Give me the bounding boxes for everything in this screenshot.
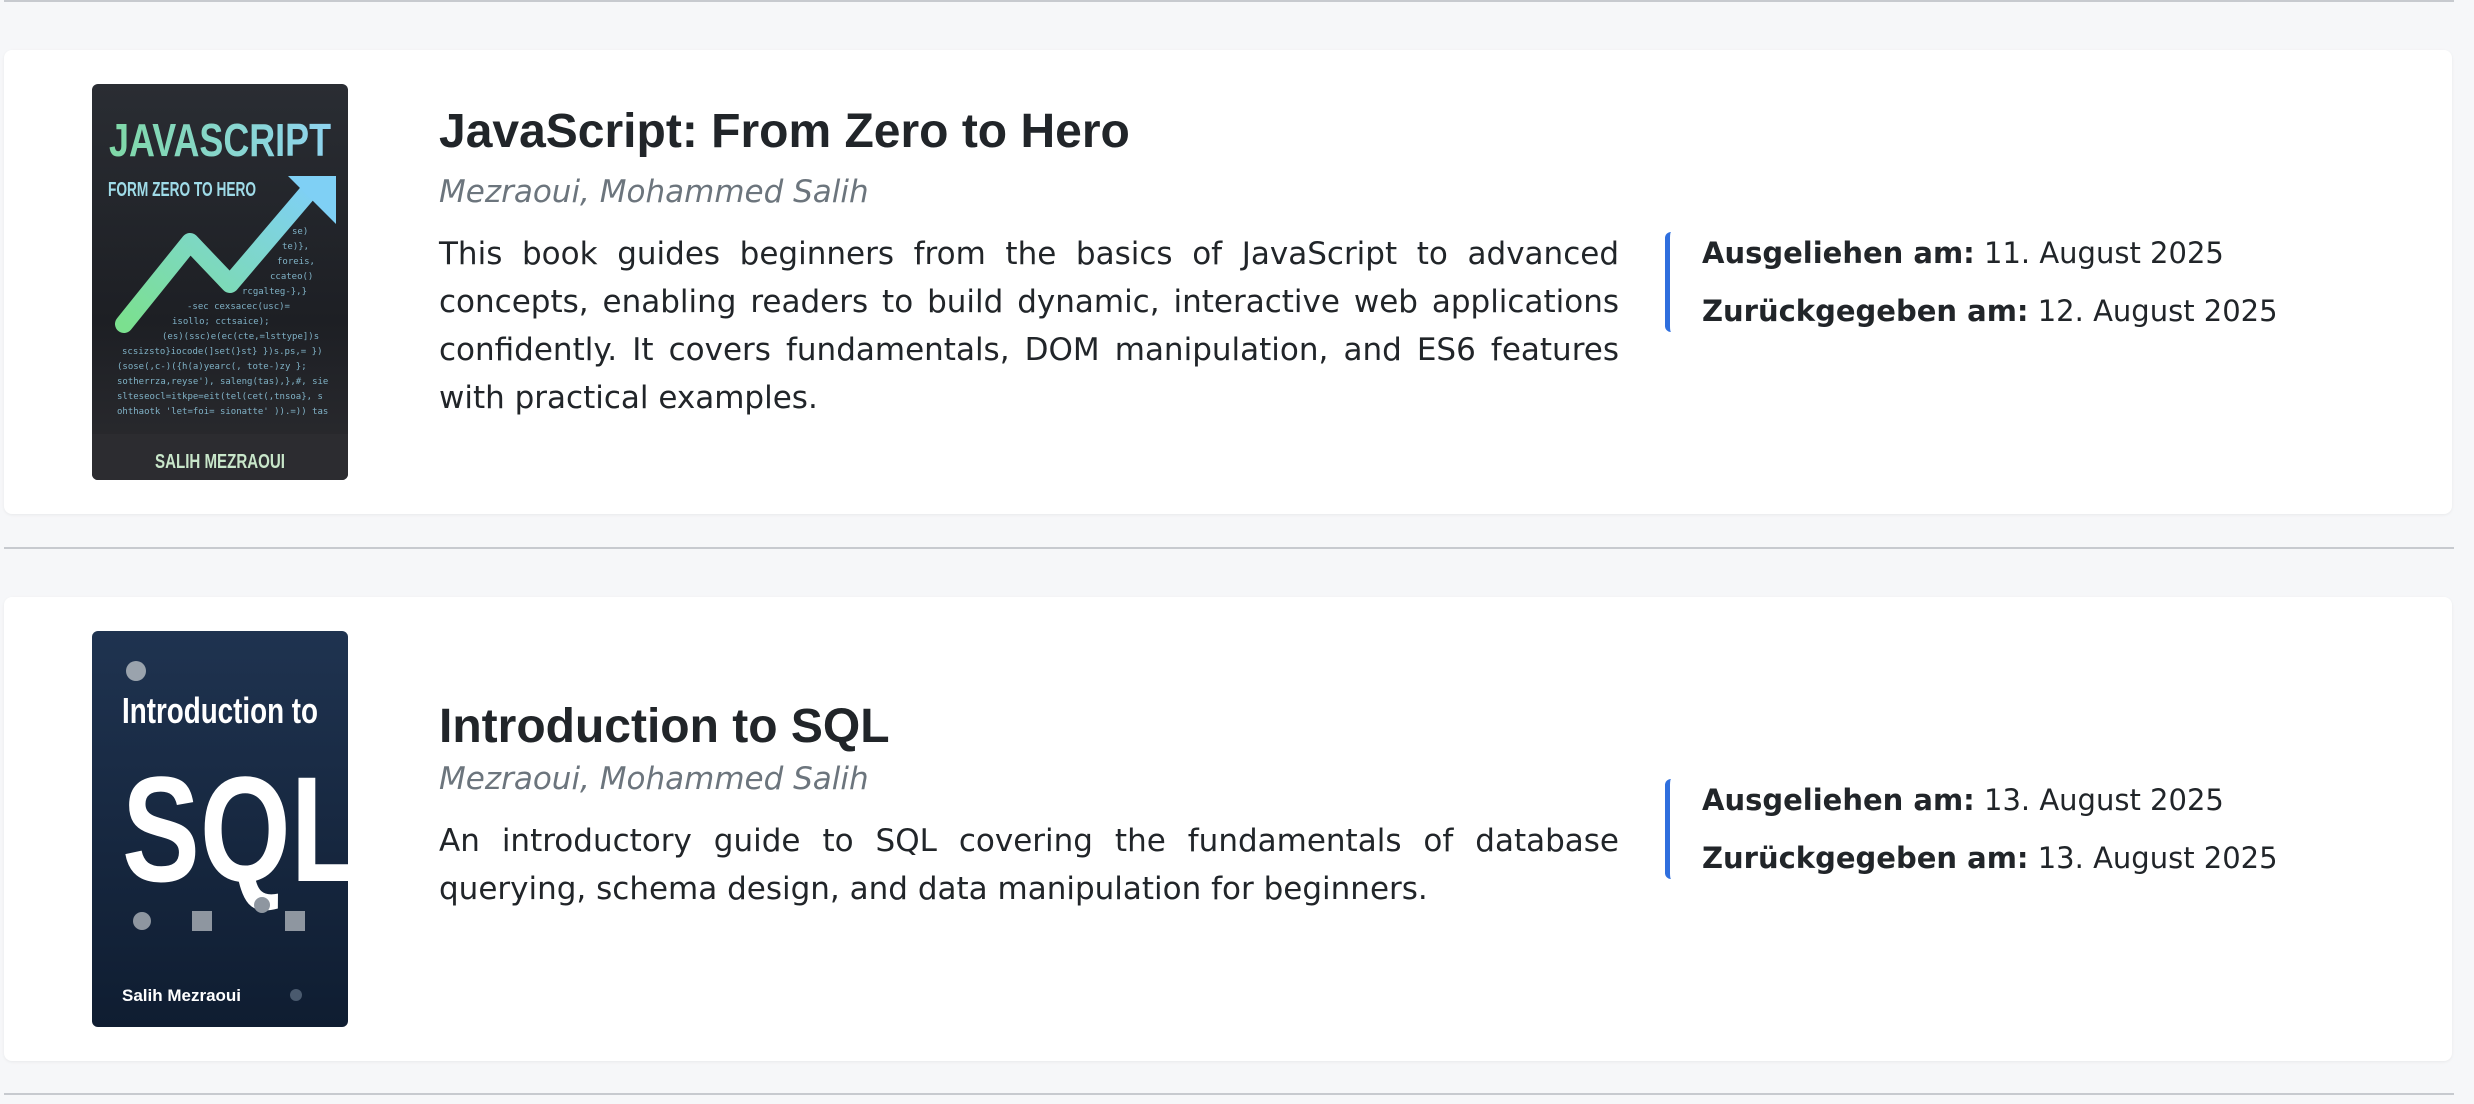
- borrowed-date: 11. August 2025: [1984, 236, 2224, 270]
- borrowed-date-row: Ausgeliehen am: 11. August 2025: [1702, 224, 2265, 282]
- cover-title-text: Introduction to: [122, 690, 318, 731]
- book-cover-image[interactable]: JAVASCRIPT FORM ZERO TO HERO se) te)}, f…: [92, 84, 348, 480]
- svg-text:te)},: te)},: [282, 242, 309, 252]
- divider: [4, 1093, 2454, 1095]
- svg-text:rcgalteg-},}: rcgalteg-},}: [242, 287, 307, 297]
- svg-text:sotherrza,reyse'), saleng(tas): sotherrza,reyse'), saleng(tas),},#, sie: [117, 377, 328, 387]
- borrowed-date-row: Ausgeliehen am: 13. August 2025: [1702, 771, 2265, 829]
- cover-subtitle-text: FORM ZERO TO HERO: [108, 179, 256, 201]
- book-title[interactable]: JavaScript: From Zero to Hero: [439, 102, 1619, 162]
- book-author: Mezraoui, Mohammed Salih: [439, 174, 869, 210]
- svg-text:(sose(,c-)({h(a)yearc(, tote-): (sose(,c-)({h(a)yearc(, tote-)zy };: [117, 362, 307, 372]
- book-description: This book guides beginners from the basi…: [439, 236, 1619, 416]
- svg-text:foreis,: foreis,: [277, 257, 315, 267]
- book-cover-image[interactable]: Introduction to SQL Salih Mezraoui: [92, 631, 348, 1027]
- returned-date: 13. August 2025: [2037, 841, 2278, 875]
- svg-text:-sec cexsacec(usc)=: -sec cexsacec(usc)=: [187, 302, 291, 312]
- svg-text:scsizsto}iocode(]set(}st} })s.: scsizsto}iocode(]set(}st} })s.ps,= }): [122, 347, 322, 357]
- svg-text:ohthaotk 'let=foi= sionatte': ohthaotk 'let=foi= sionatte' )).=)) tas: [117, 407, 328, 417]
- svg-text:slteseocl=itkpe=eit(tel(cet(,t: slteseocl=itkpe=eit(tel(cet(,tnsoa}, s: [117, 392, 323, 402]
- svg-text:ccateo(): ccateo(): [270, 272, 313, 282]
- book-description: An introductory guide to SQL covering th…: [439, 823, 1619, 907]
- borrowed-label: Ausgeliehen am:: [1702, 236, 1975, 270]
- svg-text:(es)(ssc)e(ec(cte,=lsttype])s: (es)(ssc)e(ec(cte,=lsttype])s: [162, 332, 319, 342]
- book-info: Introduction to SQL Mezraoui, Mohammed S…: [439, 697, 1619, 913]
- returned-date: 12. August 2025: [2037, 294, 2278, 328]
- loan-dates: Ausgeliehen am: 13. August 2025 Zurückge…: [1665, 779, 2278, 879]
- book-title[interactable]: Introduction to SQL: [439, 697, 1619, 757]
- returned-date-row: Zurückgegeben am: 12. August 2025: [1702, 282, 2278, 340]
- borrowed-books-page: JAVASCRIPT FORM ZERO TO HERO se) te)}, f…: [0, 0, 2474, 1104]
- loan-dates: Ausgeliehen am: 11. August 2025 Zurückge…: [1665, 232, 2278, 332]
- svg-text:isollo; cctsaice);: isollo; cctsaice);: [172, 317, 270, 327]
- book-info: JavaScript: From Zero to Hero Mezraoui, …: [439, 102, 1619, 422]
- cover-title-text: JAVASCRIPT: [109, 114, 331, 166]
- book-card: Introduction to SQL Salih Mezraoui Intro…: [4, 597, 2452, 1061]
- divider: [4, 0, 2454, 2]
- returned-label: Zurückgegeben am:: [1702, 841, 2029, 875]
- svg-text:se): se): [292, 227, 308, 237]
- cover-sql-text: SQL: [122, 745, 348, 913]
- returned-date-row: Zurückgegeben am: 13. August 2025: [1702, 829, 2278, 887]
- borrowed-label: Ausgeliehen am:: [1702, 783, 1975, 817]
- cover-author-text: Salih Mezraoui: [122, 986, 241, 1005]
- returned-label: Zurückgegeben am:: [1702, 294, 2029, 328]
- book-card: JAVASCRIPT FORM ZERO TO HERO se) te)}, f…: [4, 50, 2452, 514]
- divider: [4, 547, 2454, 549]
- book-author: Mezraoui, Mohammed Salih: [439, 761, 869, 797]
- borrowed-date: 13. August 2025: [1984, 783, 2224, 817]
- cover-author-text: SALIH MEZRAOUI: [155, 451, 285, 473]
